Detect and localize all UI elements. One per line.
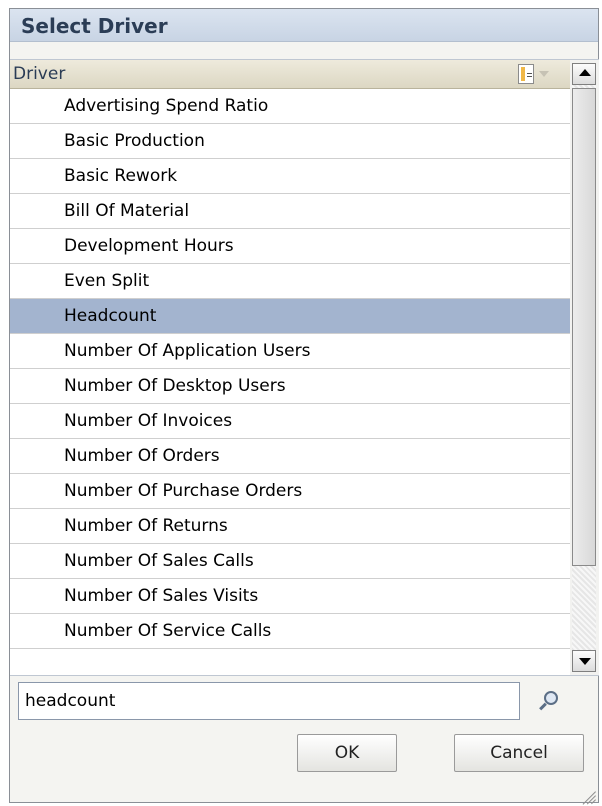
scroll-up-button[interactable] xyxy=(572,63,596,85)
list-item[interactable]: Number Of Orders xyxy=(10,439,570,474)
list-item[interactable]: Number Of Invoices xyxy=(10,404,570,439)
dialog-title-bar[interactable]: Select Driver xyxy=(10,9,598,42)
arrow-down-icon xyxy=(579,658,591,665)
column-page-icon xyxy=(518,64,534,84)
chevron-down-icon xyxy=(539,71,549,77)
column-header-driver[interactable]: Driver xyxy=(10,60,570,89)
select-driver-dialog: Select Driver Driver Advertising Spend R… xyxy=(9,8,599,805)
dialog-title: Select Driver xyxy=(21,14,168,38)
list-item[interactable]: Number Of Application Users xyxy=(10,334,570,369)
list-item[interactable]: Headcount xyxy=(10,299,570,334)
list-item[interactable]: Number Of Returns xyxy=(10,509,570,544)
search-input[interactable] xyxy=(18,682,520,720)
list-item[interactable]: Development Hours xyxy=(10,229,570,264)
driver-table: Driver Advertising Spend Ratio Basic Prod… xyxy=(10,59,599,676)
list-item[interactable]: Basic Rework xyxy=(10,159,570,194)
list-item[interactable]: Number Of Purchase Orders xyxy=(10,474,570,509)
magnifier-lens xyxy=(544,691,558,705)
scroll-down-button[interactable] xyxy=(572,650,596,672)
column-options-icon[interactable] xyxy=(518,63,556,85)
driver-list: Advertising Spend Ratio Basic Production B… xyxy=(10,89,570,649)
resize-grip-icon[interactable] xyxy=(582,786,596,805)
vertical-scrollbar[interactable] xyxy=(570,60,599,675)
column-header-label: Driver xyxy=(13,64,66,84)
list-item[interactable]: Bill Of Material xyxy=(10,194,570,229)
search-icon[interactable] xyxy=(534,689,562,715)
list-item[interactable]: Number Of Service Calls xyxy=(10,614,570,649)
list-item[interactable]: Basic Production xyxy=(10,124,570,159)
list-item[interactable]: Number Of Desktop Users xyxy=(10,369,570,404)
list-item[interactable]: Number Of Sales Calls xyxy=(10,544,570,579)
list-item[interactable]: Even Split xyxy=(10,264,570,299)
scroll-thumb[interactable] xyxy=(572,88,596,566)
arrow-up-icon xyxy=(579,69,591,76)
magnifier-handle xyxy=(539,702,547,711)
cancel-button[interactable]: Cancel xyxy=(454,734,584,772)
ok-button[interactable]: OK xyxy=(297,734,397,772)
list-item[interactable]: Advertising Spend Ratio xyxy=(10,89,570,124)
list-item[interactable]: Number Of Sales Visits xyxy=(10,579,570,614)
